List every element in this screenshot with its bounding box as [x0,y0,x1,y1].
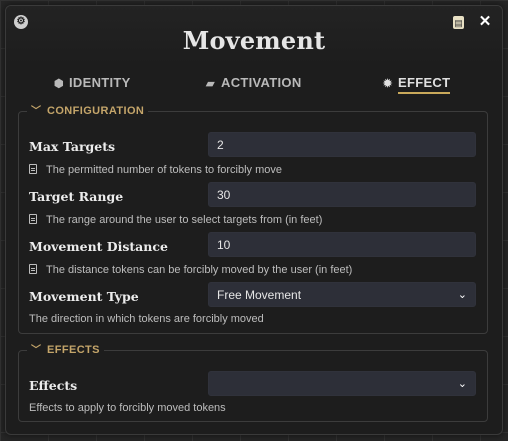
effects-legend[interactable]: ﹀ EFFECTS [27,343,104,357]
sheet-icon[interactable]: ▤ [453,16,464,29]
tab-identity[interactable]: ⬢ IDENTITY [54,72,131,94]
chevron-down-icon: ﹀ [31,345,42,356]
window-title: Movement [182,26,326,55]
chevron-down-icon: ⌄ [457,378,467,390]
close-button[interactable]: ✕ [478,14,492,29]
max-targets-hint: The permitted number of tokens to forcib… [29,164,282,176]
movement-config-window: ⚙ Movement ▤ ✕ ⬢ IDENTITY ▰ ACTIVATION ✹ EF… [5,5,503,435]
target-range-hint: The range around the user to select targ… [29,214,322,226]
effects-section: ﹀ EFFECTS Effects ⌄ Effects to apply to f… [18,343,488,422]
max-targets-input[interactable]: 2 [208,132,476,157]
configuration-legend[interactable]: ﹀ CONFIGURATION [27,104,149,118]
configuration-section: ﹀ CONFIGURATION Max Targets 2 The permitt… [18,104,488,334]
target-range-label: Target Range [29,189,124,204]
tab-effect[interactable]: ✹ EFFECT [383,72,451,94]
effects-hint: Effects to apply to forcibly moved token… [29,402,226,414]
movement-type-select[interactable]: Free Movement ⌄ [208,282,476,307]
document-icon [29,264,37,274]
gear-icon: ✹ [383,78,393,90]
window-header[interactable]: ⚙ Movement ▤ ✕ [6,6,502,64]
effects-label: Effects [29,378,78,393]
tab-bar: ⬢ IDENTITY ▰ ACTIVATION ✹ EFFECT [6,72,502,96]
movement-distance-hint: The distance tokens can be forcibly move… [29,264,352,276]
effects-select[interactable]: ⌄ [208,371,476,396]
movement-distance-label: Movement Distance [29,239,168,254]
target-range-input[interactable]: 30 [208,182,476,207]
tag-icon: ⬢ [54,78,64,90]
document-icon [29,164,37,174]
movement-type-hint: The direction in which tokens are forcib… [29,313,264,325]
movement-type-label: Movement Type [29,289,139,304]
tab-activation[interactable]: ▰ ACTIVATION [206,72,302,94]
clapperboard-icon: ▰ [206,78,215,90]
max-targets-label: Max Targets [29,139,116,154]
movement-distance-input[interactable]: 10 [208,232,476,257]
chevron-down-icon: ﹀ [31,106,42,117]
chevron-down-icon: ⌄ [457,289,467,301]
document-icon [29,214,37,224]
